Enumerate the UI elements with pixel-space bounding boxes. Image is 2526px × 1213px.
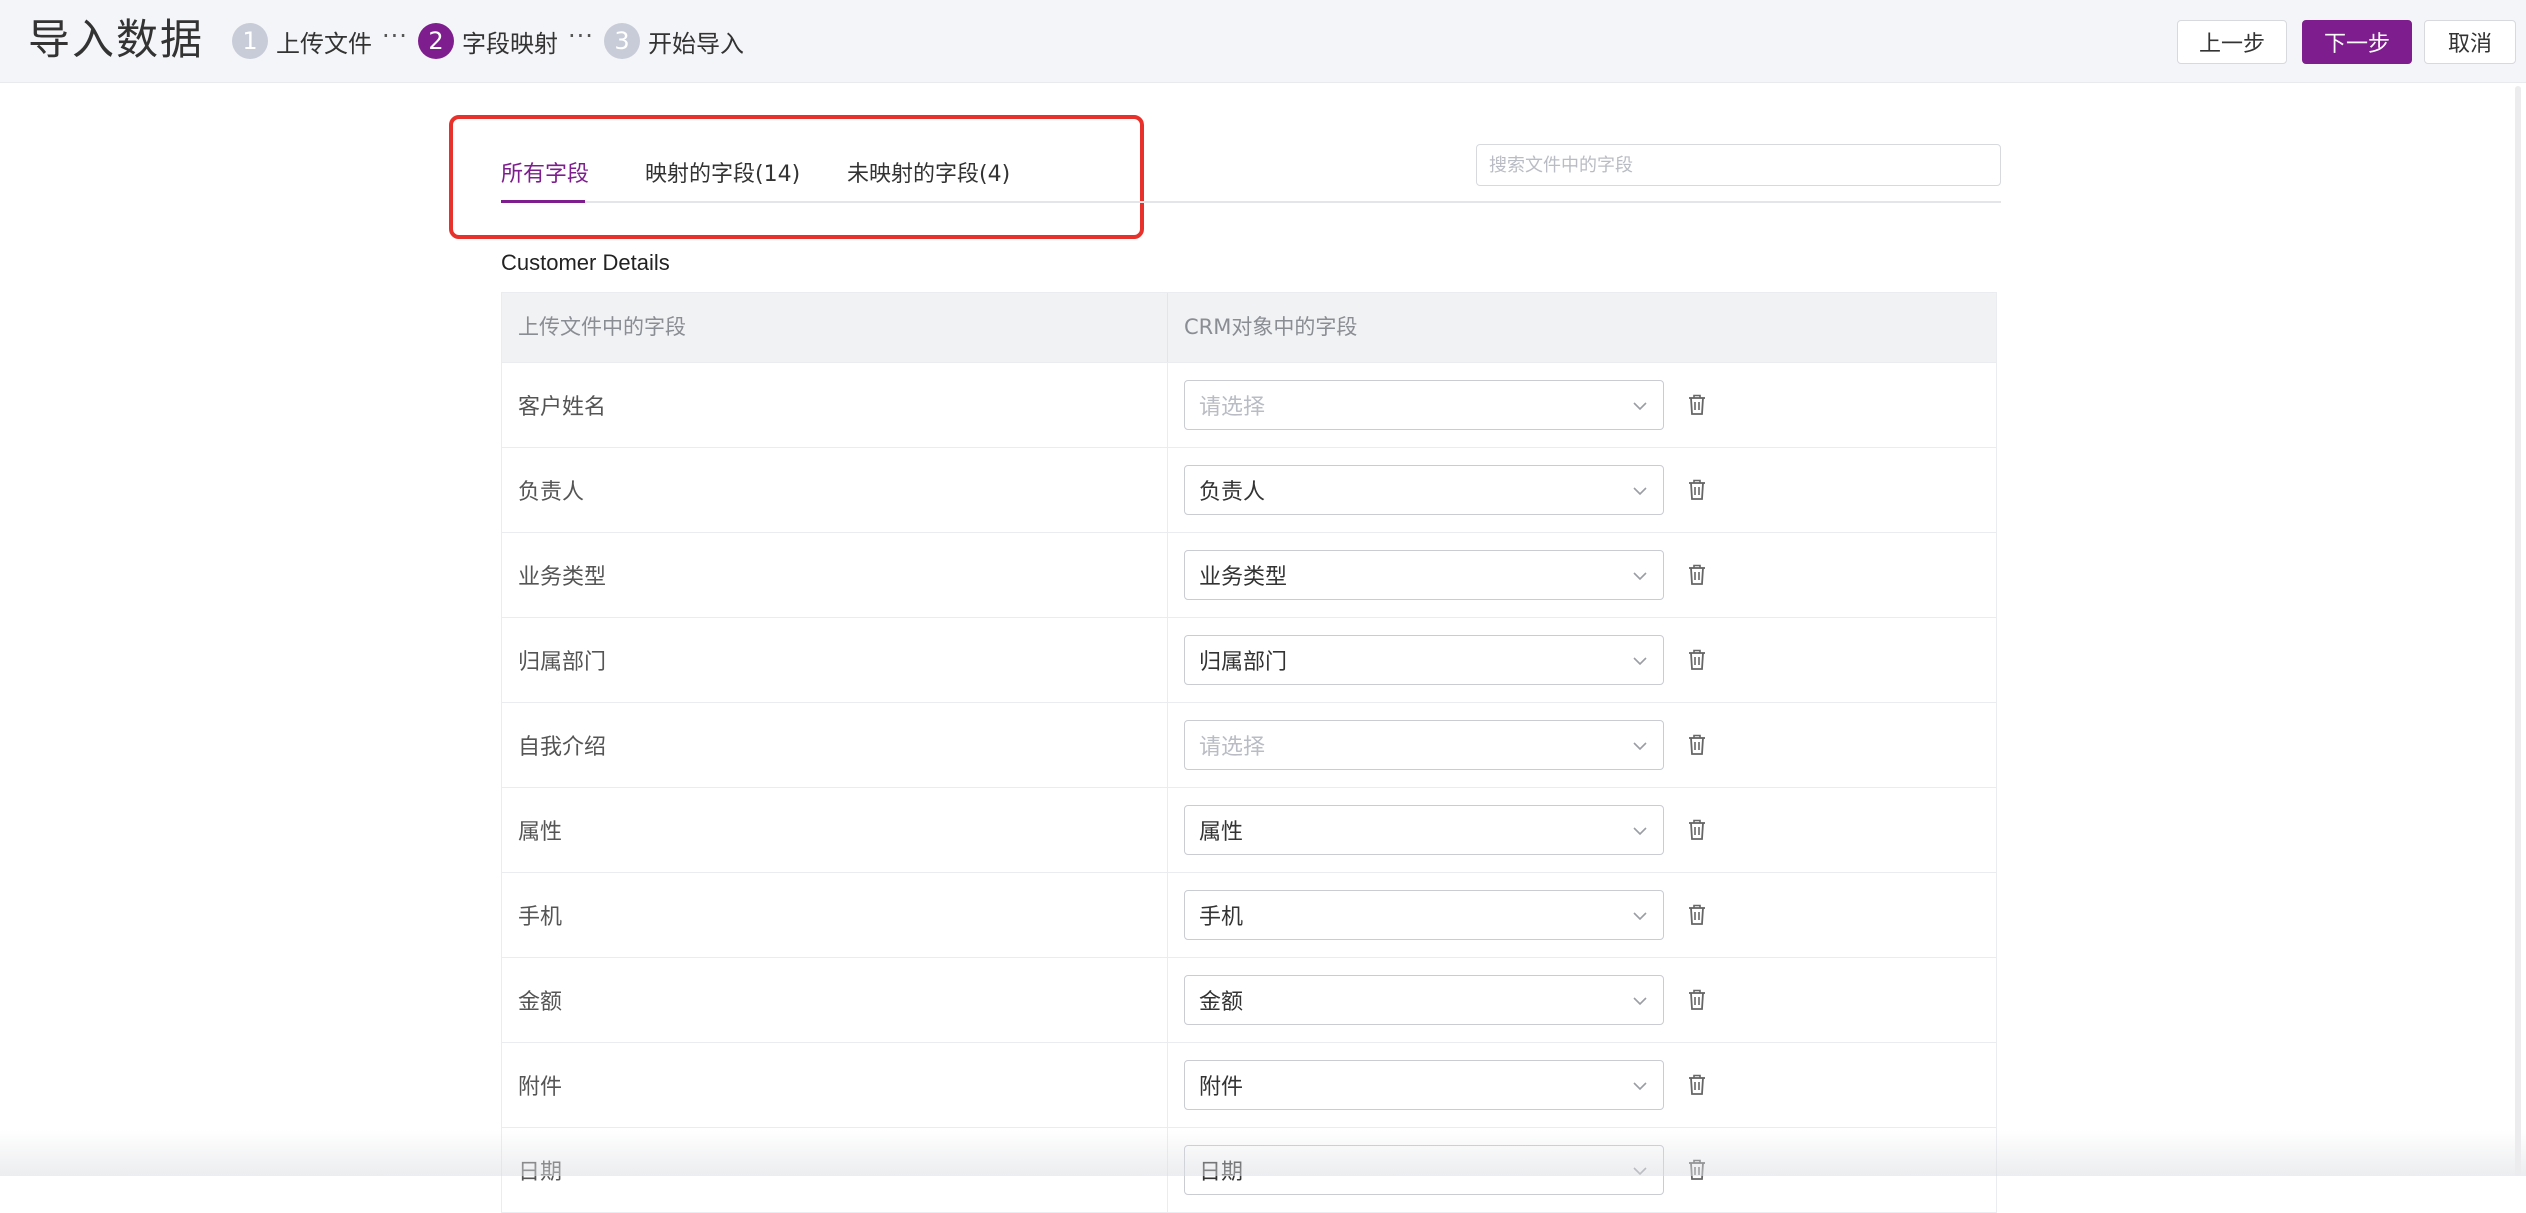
mapping-cell: 业务类型 [1168, 550, 1708, 600]
trash-icon[interactable] [1686, 988, 1708, 1012]
chevron-down-icon [1633, 997, 1647, 1006]
step-label: 开始导入 [648, 29, 744, 58]
crm-field-select[interactable]: 归属部门 [1184, 635, 1664, 685]
mapping-cell: 属性 [1168, 805, 1708, 855]
select-value: 请选择 [1199, 735, 1266, 760]
crm-field-select[interactable]: 金额 [1184, 975, 1664, 1025]
trash-icon[interactable] [1686, 818, 1708, 842]
trash-icon[interactable] [1686, 478, 1708, 502]
select-value: 请选择 [1199, 395, 1266, 420]
table-row: 自我介绍 请选择 [501, 703, 1997, 788]
select-value: 日期 [1199, 1160, 1244, 1185]
mapping-cell: 归属部门 [1168, 635, 1708, 685]
header-source-field: 上传文件中的字段 [502, 293, 1168, 362]
mapping-cell: 请选择 [1168, 380, 1708, 430]
step-field-mapping: 2 字段映射 [418, 21, 558, 61]
table-row: 业务类型 业务类型 [501, 533, 1997, 618]
crm-field-select[interactable]: 请选择 [1184, 380, 1664, 430]
page-scrollbar[interactable] [2515, 86, 2521, 1176]
table-row: 归属部门 归属部门 [501, 618, 1997, 703]
source-field-name: 属性 [502, 788, 1168, 872]
step-label: 上传文件 [276, 29, 372, 58]
step-label: 字段映射 [462, 29, 558, 58]
select-value: 手机 [1199, 905, 1244, 930]
trash-icon[interactable] [1686, 393, 1708, 417]
select-value: 业务类型 [1199, 565, 1288, 590]
trash-icon[interactable] [1686, 733, 1708, 757]
crm-field-select[interactable]: 业务类型 [1184, 550, 1664, 600]
select-value: 归属部门 [1199, 650, 1288, 675]
crm-field-select[interactable]: 请选择 [1184, 720, 1664, 770]
table-row: 客户姓名 请选择 [501, 363, 1997, 448]
table-header: 上传文件中的字段 CRM对象中的字段 [501, 292, 1997, 363]
trash-icon[interactable] [1686, 648, 1708, 672]
crm-field-select[interactable]: 属性 [1184, 805, 1664, 855]
trash-icon[interactable] [1686, 1073, 1708, 1097]
crm-field-select[interactable]: 负责人 [1184, 465, 1664, 515]
source-field-name: 金额 [502, 958, 1168, 1042]
source-field-name: 归属部门 [502, 618, 1168, 702]
active-tab-indicator [501, 200, 585, 203]
crm-field-select[interactable]: 手机 [1184, 890, 1664, 940]
chevron-down-icon [1633, 912, 1647, 921]
step-separator: ··· [382, 22, 408, 50]
step-number: 3 [604, 23, 640, 59]
field-mapping-table: 上传文件中的字段 CRM对象中的字段 客户姓名 请选择 负责人 负责人 业务类型 业务类型… [501, 292, 1997, 1213]
source-field-name: 日期 [502, 1128, 1168, 1212]
search-input[interactable] [1476, 144, 2001, 186]
step-start-import: 3 开始导入 [604, 21, 744, 61]
source-field-name: 手机 [502, 873, 1168, 957]
chevron-down-icon [1633, 827, 1647, 836]
tab-unmapped-fields[interactable]: 未映射的字段(4) [847, 156, 1010, 188]
table-row: 金额 金额 [501, 958, 1997, 1043]
crm-field-select[interactable]: 日期 [1184, 1145, 1664, 1195]
step-number: 2 [418, 23, 454, 59]
tab-mapped-fields[interactable]: 映射的字段(14) [645, 156, 800, 188]
table-row: 手机 手机 [501, 873, 1997, 958]
tab-all-fields[interactable]: 所有字段 [501, 156, 589, 188]
header-crm-field: CRM对象中的字段 [1184, 315, 1358, 339]
trash-icon[interactable] [1686, 563, 1708, 587]
step-separator: ··· [568, 22, 594, 50]
prev-step-button[interactable]: 上一步 [2177, 20, 2287, 64]
mapping-cell: 附件 [1168, 1060, 1708, 1110]
cancel-button[interactable]: 取消 [2424, 20, 2516, 64]
chevron-down-icon [1633, 742, 1647, 751]
select-value: 属性 [1199, 820, 1244, 845]
mapping-cell: 日期 [1168, 1145, 1708, 1195]
step-upload: 1 上传文件 [232, 21, 372, 61]
page-title: 导入数据 [28, 15, 205, 64]
source-field-name: 负责人 [502, 448, 1168, 532]
source-field-name: 业务类型 [502, 533, 1168, 617]
next-step-button[interactable]: 下一步 [2302, 20, 2412, 64]
tabs-divider [501, 201, 2001, 203]
chevron-down-icon [1633, 487, 1647, 496]
crm-field-select[interactable]: 附件 [1184, 1060, 1664, 1110]
source-field-name: 自我介绍 [502, 703, 1168, 787]
mapping-cell: 手机 [1168, 890, 1708, 940]
source-field-name: 客户姓名 [502, 363, 1168, 447]
select-value: 附件 [1199, 1075, 1244, 1100]
mapping-cell: 负责人 [1168, 465, 1708, 515]
chevron-down-icon [1633, 402, 1647, 411]
mapping-cell: 金额 [1168, 975, 1708, 1025]
chevron-down-icon [1633, 1167, 1647, 1176]
step-number: 1 [232, 23, 268, 59]
table-row: 附件 附件 [501, 1043, 1997, 1128]
trash-icon[interactable] [1686, 1158, 1708, 1182]
mapping-cell: 请选择 [1168, 720, 1708, 770]
select-value: 金额 [1199, 990, 1244, 1015]
chevron-down-icon [1633, 1082, 1647, 1091]
table-row: 负责人 负责人 [501, 448, 1997, 533]
top-bar: 导入数据 1 上传文件 ··· 2 字段映射 ··· 3 开始导入 上一步 下一… [0, 0, 2526, 83]
trash-icon[interactable] [1686, 903, 1708, 927]
source-field-name: 附件 [502, 1043, 1168, 1127]
table-row: 属性 属性 [501, 788, 1997, 873]
section-title: Customer Details [501, 250, 670, 275]
chevron-down-icon [1633, 657, 1647, 666]
select-value: 负责人 [1199, 480, 1266, 505]
chevron-down-icon [1633, 572, 1647, 581]
table-row: 日期 日期 [501, 1128, 1997, 1213]
